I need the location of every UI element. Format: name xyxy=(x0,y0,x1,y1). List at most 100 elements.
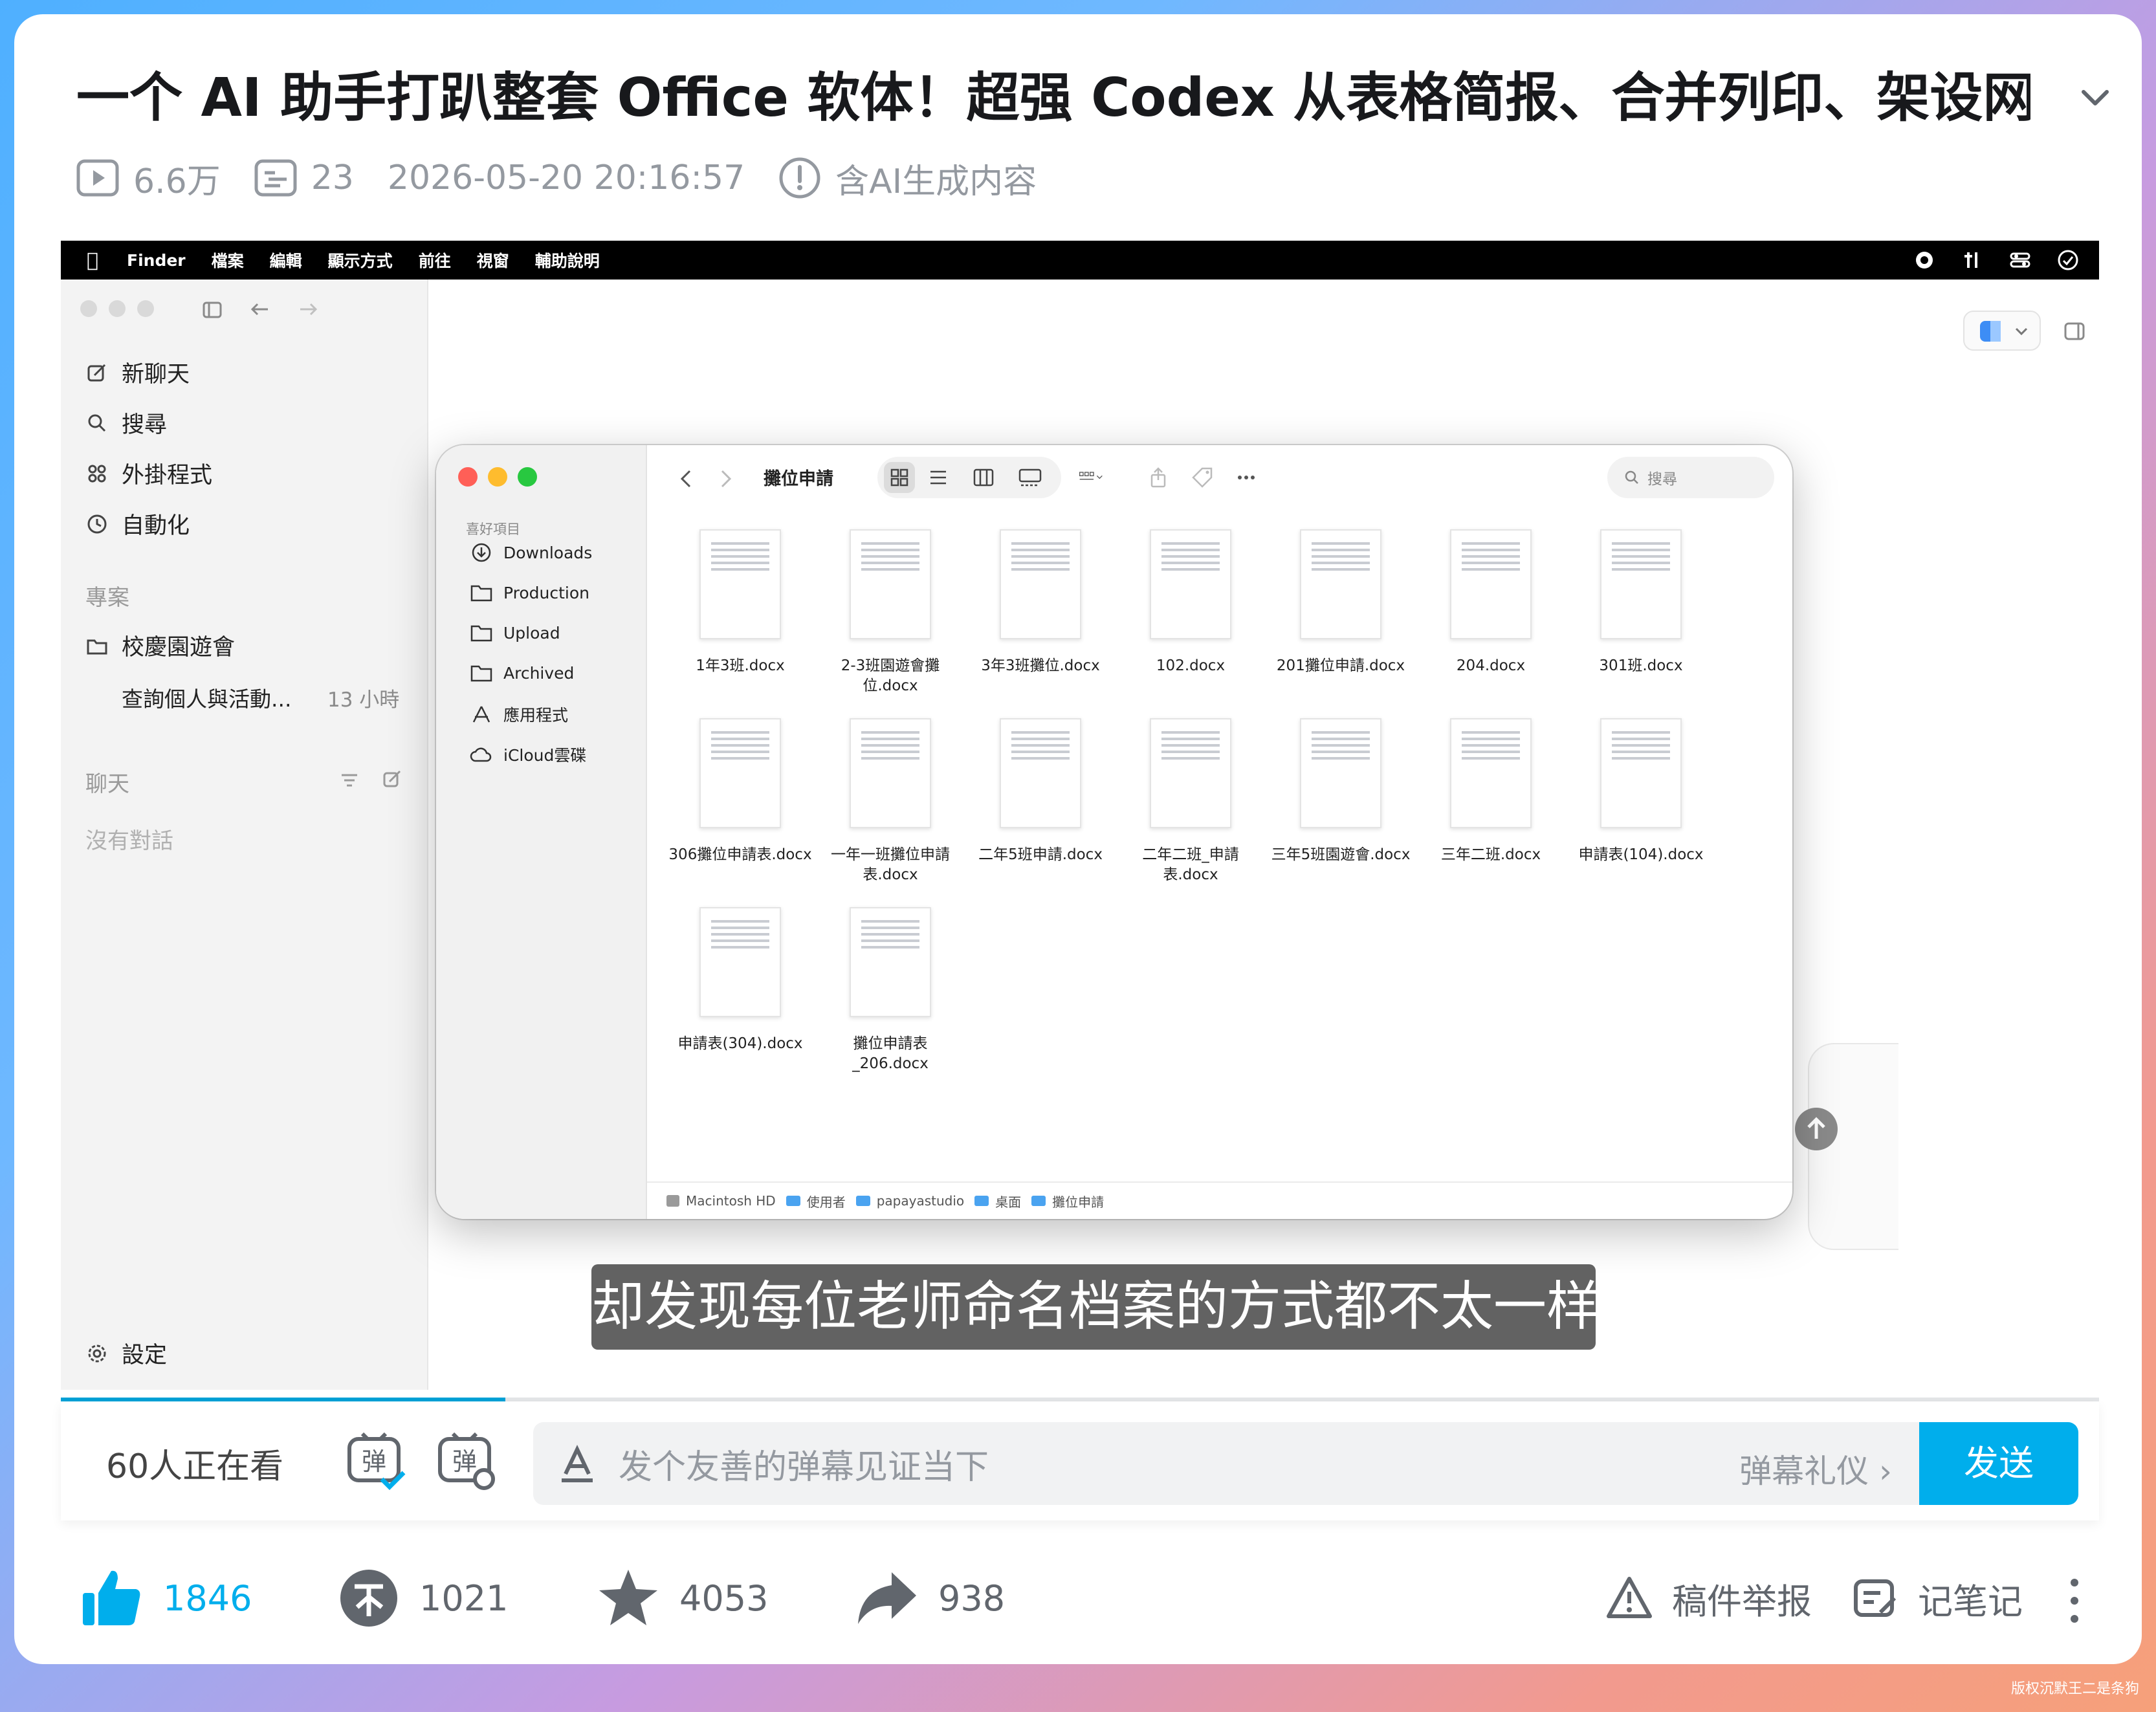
finder-toolbar: 攤位申請 搜尋 xyxy=(647,445,1792,510)
finder-sidebar-production[interactable]: Production xyxy=(470,582,589,603)
danmaku-etiquette-link[interactable]: 弹幕礼仪 › xyxy=(1739,1445,1892,1492)
danmaku-toggle-icon[interactable]: 弹 xyxy=(343,1427,408,1492)
notes-button[interactable]: 记笔记 xyxy=(1852,1566,2023,1630)
model-picker-button[interactable] xyxy=(1963,311,2041,351)
path-segment[interactable]: 桌面 xyxy=(995,1192,1021,1211)
sidebar-item-search[interactable]: 搜尋 xyxy=(85,406,167,439)
file-item[interactable]: 申請表(104).docx xyxy=(1566,718,1716,865)
danmaku-settings-icon[interactable]: 弹 xyxy=(434,1427,498,1492)
projects-heading: 專案 xyxy=(85,585,129,611)
file-name: 申請表(104).docx xyxy=(1578,846,1704,863)
danmaku-input[interactable]: 发个友善的弹幕见证当下 弹幕礼仪 › xyxy=(533,1422,1931,1505)
share-button[interactable]: 938 xyxy=(854,1566,1005,1630)
thumbs-up-icon xyxy=(83,1570,140,1625)
filter-icon[interactable] xyxy=(339,770,360,791)
download-icon xyxy=(472,543,491,562)
path-segment[interactable]: Macintosh HD xyxy=(686,1193,776,1209)
project-thread[interactable]: 查詢個人與活動... xyxy=(122,682,291,713)
sidebar-item-plugins[interactable]: 外掛程式 xyxy=(85,457,212,490)
finder-sidebar-applications[interactable]: 應用程式 xyxy=(470,703,568,726)
finder-sidebar-archived[interactable]: Archived xyxy=(470,663,574,683)
back-forward-icon[interactable] xyxy=(670,465,742,493)
like-count: 1846 xyxy=(163,1577,252,1619)
menubar-status-icons xyxy=(1888,248,2080,272)
chevron-down-icon[interactable] xyxy=(2076,79,2115,118)
minimize-window-button[interactable] xyxy=(109,300,126,317)
finder-zoom-button[interactable] xyxy=(518,467,537,487)
search-icon xyxy=(88,414,106,432)
path-segment[interactable]: 使用者 xyxy=(807,1192,846,1211)
send-danmaku-button[interactable]: 发送 xyxy=(1919,1422,2078,1505)
file-item[interactable]: 102.docx xyxy=(1116,529,1266,676)
close-window-button[interactable] xyxy=(80,300,97,317)
finder-sidebar-upload[interactable]: Upload xyxy=(470,622,560,643)
sidebar-item-new-chat[interactable]: 新聊天 xyxy=(85,356,190,389)
column-view-icon[interactable] xyxy=(972,466,995,489)
ai-notice[interactable]: 含AI生成内容 xyxy=(778,154,1037,203)
finder-icon xyxy=(1980,321,2001,342)
send-arrow-button[interactable] xyxy=(1795,1108,1838,1150)
mac-menubar:  Finder 檔案 編輯 顯示方式 前往 視窗 輔助說明 xyxy=(61,241,2099,280)
file-name: 攤位申請表_206.docx xyxy=(852,1035,929,1072)
icon-view-icon[interactable] xyxy=(881,459,918,496)
list-view-icon[interactable] xyxy=(927,466,950,489)
finder-sidebar-label: 應用程式 xyxy=(503,706,569,725)
finder-sidebar-downloads[interactable]: Downloads xyxy=(470,542,592,563)
docx-file-icon xyxy=(1600,529,1682,639)
tag-icon[interactable] xyxy=(1189,466,1215,489)
more-vertical-icon[interactable] xyxy=(2067,1576,2082,1625)
forward-arrow-icon[interactable] xyxy=(296,298,320,321)
notes-label: 记笔记 xyxy=(1918,1581,2023,1622)
file-item[interactable]: 3年3班攤位.docx xyxy=(965,529,1116,676)
file-item[interactable]: 二年5班申請.docx xyxy=(965,718,1116,865)
sidebar-item-label: 校慶園遊會 xyxy=(122,635,236,661)
file-item[interactable]: 三年5班園遊會.docx xyxy=(1266,718,1416,865)
sidebar-item-settings[interactable]: 設定 xyxy=(85,1337,167,1370)
sidebar-item-project[interactable]: 校慶園遊會 xyxy=(85,629,235,662)
file-item[interactable]: 1年3班.docx xyxy=(665,529,815,676)
sidebar-item-automation[interactable]: 自動化 xyxy=(85,507,190,540)
path-segment[interactable]: papayastudio xyxy=(877,1193,964,1209)
file-item[interactable]: 攤位申請表_206.docx xyxy=(815,907,965,1074)
report-button[interactable]: 稿件举报 xyxy=(1606,1566,1812,1630)
file-name: 301班.docx xyxy=(1599,657,1683,674)
file-item[interactable]: 204.docx xyxy=(1416,529,1566,676)
group-by-icon[interactable] xyxy=(1078,466,1104,489)
folder-icon xyxy=(470,665,492,682)
video-player[interactable]:  Finder 檔案 編輯 顯示方式 前往 視窗 輔助說明 新聊天 xyxy=(61,241,2099,1400)
finder-sidebar-icloud[interactable]: iCloud雲碟 xyxy=(470,743,586,766)
finder-close-button[interactable] xyxy=(458,467,478,487)
coin-button[interactable]: 1021 xyxy=(338,1566,508,1630)
panel-toggle-icon[interactable] xyxy=(2063,320,2086,343)
share-icon[interactable] xyxy=(1145,466,1171,489)
file-item[interactable]: 2-3班園遊會攤位.docx xyxy=(815,529,965,696)
zoom-window-button[interactable] xyxy=(137,300,154,317)
file-item[interactable]: 306攤位申請表.docx xyxy=(665,718,815,865)
file-item[interactable]: 二年二班_申請表.docx xyxy=(1116,718,1266,885)
new-chat-icon[interactable] xyxy=(382,769,402,789)
gallery-view-icon[interactable] xyxy=(1017,466,1043,489)
docx-file-icon xyxy=(1150,529,1231,639)
path-segment[interactable]: 攤位申請 xyxy=(1052,1192,1104,1211)
report-label: 稿件举报 xyxy=(1672,1581,1812,1622)
file-item[interactable]: 申請表(304).docx xyxy=(665,907,815,1054)
sidebar-toggle-icon[interactable] xyxy=(201,298,224,321)
finder-minimize-button[interactable] xyxy=(488,467,507,487)
like-button[interactable]: 1846 xyxy=(80,1566,252,1630)
finder-search-field[interactable]: 搜尋 xyxy=(1607,457,1774,498)
note-icon xyxy=(1854,1579,1897,1617)
gear-icon xyxy=(88,1344,106,1362)
folder-icon xyxy=(974,1196,989,1206)
back-arrow-icon[interactable] xyxy=(248,298,272,321)
more-options-icon[interactable] xyxy=(1233,466,1259,489)
ai-notice-text: 含AI生成内容 xyxy=(835,162,1037,201)
file-item[interactable]: 三年二班.docx xyxy=(1416,718,1566,865)
docx-file-icon xyxy=(850,718,931,828)
file-item[interactable]: 201攤位申請.docx xyxy=(1266,529,1416,676)
favorite-button[interactable]: 4053 xyxy=(597,1566,768,1630)
record-icon xyxy=(1913,248,1936,272)
compose-icon xyxy=(87,364,106,381)
file-item[interactable]: 301班.docx xyxy=(1566,529,1716,676)
text-style-icon[interactable] xyxy=(556,1443,598,1484)
file-item[interactable]: 一年一班攤位申請表.docx xyxy=(815,718,965,885)
